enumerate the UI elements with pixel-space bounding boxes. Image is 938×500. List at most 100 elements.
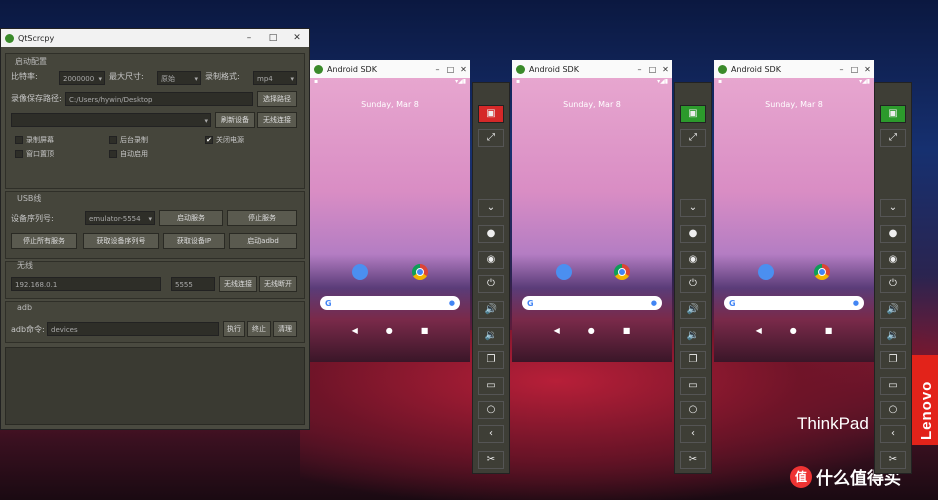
- stay-on-top-checkbox[interactable]: 窗口置顶: [15, 149, 54, 159]
- full-screen-icon[interactable]: ▣: [680, 105, 706, 123]
- close-button[interactable]: ✕: [659, 65, 672, 74]
- minimize-button[interactable]: –: [237, 33, 261, 43]
- home-icon[interactable]: ●: [880, 225, 906, 243]
- minimize-button[interactable]: –: [431, 65, 444, 74]
- home-nav-icon[interactable]: ●: [790, 326, 797, 335]
- log-output-area[interactable]: [5, 347, 305, 425]
- chrome-app-icon[interactable]: [614, 264, 630, 280]
- phone-title-bar[interactable]: Android SDK – □ ✕: [714, 60, 874, 78]
- screenshot-icon[interactable]: ✂: [478, 451, 504, 469]
- app-switch-icon[interactable]: ❐: [680, 351, 706, 369]
- wireless-connect-top-button[interactable]: 无线连接: [257, 112, 297, 128]
- get-device-ip-button[interactable]: 获取设备IP: [163, 233, 225, 249]
- select-path-button[interactable]: 选择路径: [257, 91, 297, 107]
- chrome-app-icon[interactable]: [412, 264, 428, 280]
- home-circle-icon[interactable]: ○: [880, 401, 906, 419]
- back-nav-icon[interactable]: ◀: [554, 326, 560, 335]
- screenshot-icon[interactable]: ✂: [880, 451, 906, 469]
- auto-enable-checkbox[interactable]: 自动启用: [109, 149, 148, 159]
- home-nav-icon[interactable]: ●: [386, 326, 393, 335]
- phone-screen[interactable]: ▪ ▾◢▮ Sunday, Mar 8 G ● ◀ ● ■: [512, 78, 672, 362]
- google-search-bar[interactable]: G ●: [320, 296, 460, 310]
- phone-window-2[interactable]: Android SDK – □ ✕ ▪ ▾◢▮ Sunday, Mar 8 G ● ◀ ●…: [512, 60, 672, 362]
- chrome-app-icon[interactable]: [814, 264, 830, 280]
- volume-up-icon[interactable]: 🔊: [478, 301, 504, 319]
- record-path-field[interactable]: C:/Users/hywin/Desktop: [65, 92, 253, 106]
- messages-app-icon[interactable]: [556, 264, 572, 280]
- back-icon[interactable]: ‹: [478, 425, 504, 443]
- full-screen-icon[interactable]: ▣: [880, 105, 906, 123]
- close-button[interactable]: ✕: [285, 33, 309, 43]
- terminate-button[interactable]: 终止: [247, 321, 271, 337]
- ip-input[interactable]: 192.168.0.1: [11, 277, 161, 291]
- record-screen-checkbox[interactable]: 录制屏幕: [15, 135, 54, 145]
- visibility-icon[interactable]: ◉: [880, 251, 906, 269]
- start-service-button[interactable]: 启动服务: [159, 210, 223, 226]
- collapse-icon[interactable]: ⌄: [680, 199, 706, 217]
- phone-screen[interactable]: ▪ ▾◢▮ Sunday, Mar 8 G ● ◀ ● ■: [310, 78, 470, 362]
- menu-icon[interactable]: ▭: [880, 377, 906, 395]
- power-icon[interactable]: ⏻: [478, 275, 504, 293]
- app-switch-icon[interactable]: ❐: [880, 351, 906, 369]
- maximize-button[interactable]: □: [261, 33, 285, 43]
- home-icon[interactable]: ●: [478, 225, 504, 243]
- refresh-devices-button[interactable]: 刷新设备: [215, 112, 255, 128]
- execute-button[interactable]: 执行: [223, 321, 245, 337]
- phone-screen[interactable]: ▪ ▾◢▮ Sunday, Mar 8 G ● ◀ ● ■: [714, 78, 874, 362]
- home-nav-icon[interactable]: ●: [588, 326, 595, 335]
- volume-down-icon[interactable]: 🔉: [478, 327, 504, 345]
- fullscreen-icon[interactable]: ⤢: [680, 129, 706, 147]
- phone-window-1[interactable]: Android SDK – □ ✕ ▪ ▾◢▮ Sunday, Mar 8 G ● ◀ ●…: [310, 60, 470, 362]
- maximize-button[interactable]: □: [444, 65, 457, 74]
- messages-app-icon[interactable]: [758, 264, 774, 280]
- bitrate-combo[interactable]: 2000000: [59, 71, 105, 85]
- home-icon[interactable]: ●: [680, 225, 706, 243]
- record-format-combo[interactable]: mp4: [253, 71, 297, 85]
- recents-nav-icon[interactable]: ■: [623, 326, 631, 335]
- recents-nav-icon[interactable]: ■: [825, 326, 833, 335]
- clear-button[interactable]: 清理: [273, 321, 297, 337]
- back-icon[interactable]: ‹: [880, 425, 906, 443]
- minimize-button[interactable]: –: [633, 65, 646, 74]
- device-serial-combo[interactable]: emulator-5554: [85, 211, 155, 225]
- adb-command-input[interactable]: devices: [47, 322, 219, 336]
- start-adbd-button[interactable]: 启动adbd: [229, 233, 297, 249]
- collapse-icon[interactable]: ⌄: [478, 199, 504, 217]
- back-nav-icon[interactable]: ◀: [352, 326, 358, 335]
- messages-app-icon[interactable]: [352, 264, 368, 280]
- recents-nav-icon[interactable]: ■: [421, 326, 429, 335]
- power-icon[interactable]: ⏻: [880, 275, 906, 293]
- home-circle-icon[interactable]: ○: [478, 401, 504, 419]
- fullscreen-icon[interactable]: ⤢: [880, 129, 906, 147]
- back-nav-icon[interactable]: ◀: [756, 326, 762, 335]
- volume-up-icon[interactable]: 🔊: [880, 301, 906, 319]
- volume-up-icon[interactable]: 🔊: [680, 301, 706, 319]
- visibility-icon[interactable]: ◉: [478, 251, 504, 269]
- stop-service-button[interactable]: 停止服务: [227, 210, 297, 226]
- back-icon[interactable]: ‹: [680, 425, 706, 443]
- screenshot-icon[interactable]: ✂: [680, 451, 706, 469]
- fullscreen-icon[interactable]: ⤢: [478, 129, 504, 147]
- minimize-button[interactable]: –: [835, 65, 848, 74]
- google-search-bar[interactable]: G ●: [724, 296, 864, 310]
- wireless-connect-button[interactable]: 无线连接: [219, 276, 257, 292]
- collapse-icon[interactable]: ⌄: [880, 199, 906, 217]
- maximize-button[interactable]: □: [646, 65, 659, 74]
- close-power-checkbox[interactable]: ✔ 关闭电源: [205, 135, 244, 145]
- full-screen-icon[interactable]: ▣: [478, 105, 504, 123]
- phone-title-bar[interactable]: Android SDK – □ ✕: [310, 60, 470, 78]
- stop-all-services-button[interactable]: 停止所有服务: [11, 233, 77, 249]
- power-icon[interactable]: ⏻: [680, 275, 706, 293]
- menu-icon[interactable]: ▭: [478, 377, 504, 395]
- wireless-disconnect-button[interactable]: 无线断开: [259, 276, 297, 292]
- phone-title-bar[interactable]: Android SDK – □ ✕: [512, 60, 672, 78]
- app-switch-icon[interactable]: ❐: [478, 351, 504, 369]
- maxsize-combo[interactable]: 原始: [157, 71, 201, 85]
- maximize-button[interactable]: □: [848, 65, 861, 74]
- google-search-bar[interactable]: G ●: [522, 296, 662, 310]
- close-button[interactable]: ✕: [457, 65, 470, 74]
- home-circle-icon[interactable]: ○: [680, 401, 706, 419]
- close-button[interactable]: ✕: [861, 65, 874, 74]
- visibility-icon[interactable]: ◉: [680, 251, 706, 269]
- volume-down-icon[interactable]: 🔉: [680, 327, 706, 345]
